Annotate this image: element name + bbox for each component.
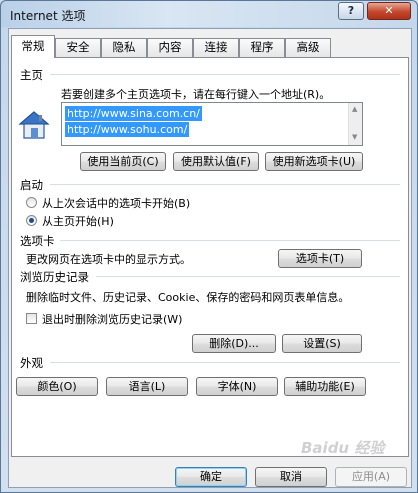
- title-bar: Internet 选项 ? ✕: [1, 1, 417, 27]
- delete-history-on-exit-label: 退出时删除浏览历史记录(W): [42, 313, 183, 326]
- appearance-section-title: 外观: [20, 356, 43, 370]
- scroll-down-icon[interactable]: ▼: [352, 133, 357, 141]
- languages-button[interactable]: 语言(L): [106, 377, 188, 396]
- home-section-title: 主页: [20, 68, 43, 82]
- use-default-button[interactable]: 使用默认值(F): [173, 152, 259, 171]
- use-new-tab-button[interactable]: 使用新选项卡(U): [265, 152, 363, 171]
- tab-security[interactable]: 安全: [55, 38, 101, 57]
- tabs-section-title: 选项卡: [20, 234, 55, 248]
- startup-section-title: 启动: [20, 178, 43, 192]
- tabs-description: 更改网页在选项卡中的显示方式。: [26, 253, 191, 266]
- tab-content[interactable]: 内容: [147, 38, 193, 57]
- home-page-urls-textarea[interactable]: http://www.sina.com.cn/ http://www.sohu.…: [61, 102, 363, 146]
- general-tab-panel: 主页 若要创建多个主页选项卡，请在每行键入一个地址(R)。 http://www…: [11, 57, 409, 457]
- tab-advanced[interactable]: 高级: [285, 38, 331, 57]
- ok-button[interactable]: 确定: [175, 467, 247, 487]
- tab-strip: 常规 安全 隐私 内容 连接 程序 高级: [11, 35, 409, 58]
- home-page-icon: [18, 111, 50, 139]
- section-divider: [96, 276, 400, 277]
- home-description: 若要创建多个主页选项卡，请在每行键入一个地址(R)。: [61, 88, 331, 101]
- history-settings-button[interactable]: 设置(S): [282, 334, 362, 353]
- home-url-line: http://www.sina.com.cn/: [65, 106, 202, 121]
- cancel-button[interactable]: 取消: [255, 467, 327, 487]
- section-divider: [50, 184, 400, 185]
- tab-general[interactable]: 常规: [11, 35, 55, 58]
- history-description: 删除临时文件、历史记录、Cookie、保存的密码和网页表单信息。: [26, 291, 350, 304]
- startup-home-page-label: 从主页开始(H): [42, 215, 114, 228]
- apply-button[interactable]: 应用(A): [335, 467, 407, 487]
- colors-button[interactable]: 颜色(O): [16, 377, 98, 396]
- fonts-button[interactable]: 字体(N): [196, 377, 278, 396]
- close-button[interactable]: ✕: [367, 2, 411, 20]
- history-section-title: 浏览历史记录: [20, 270, 89, 284]
- accessibility-button[interactable]: 辅助功能(E): [284, 377, 366, 396]
- delete-history-on-exit-checkbox[interactable]: [26, 313, 37, 324]
- tab-connections[interactable]: 连接: [193, 38, 239, 57]
- radio-selected-dot: [29, 218, 34, 223]
- section-divider: [60, 240, 400, 241]
- dialog-client-area: 常规 安全 隐私 内容 连接 程序 高级 主页 若要创建多个主页选项卡，请在每行…: [8, 28, 412, 488]
- section-divider: [50, 74, 400, 75]
- help-button[interactable]: ?: [338, 2, 364, 20]
- startup-last-session-radio[interactable]: [26, 197, 37, 208]
- use-current-page-button[interactable]: 使用当前页(C): [80, 152, 166, 171]
- textarea-scrollbar[interactable]: ▲ ▼: [348, 103, 362, 145]
- tab-programs[interactable]: 程序: [239, 38, 285, 57]
- scroll-up-icon[interactable]: ▲: [352, 105, 357, 113]
- section-divider: [50, 362, 400, 363]
- tab-privacy[interactable]: 隐私: [101, 38, 147, 57]
- startup-last-session-label: 从上次会话中的选项卡开始(B): [42, 197, 191, 210]
- window-title: Internet 选项: [10, 9, 86, 23]
- home-url-line: http://www.sohu.com/: [65, 122, 190, 137]
- delete-history-button[interactable]: 删除(D)...: [192, 334, 276, 353]
- tabs-settings-button[interactable]: 选项卡(T): [278, 249, 362, 268]
- internet-options-window: Internet 选项 ? ✕ 常规 安全 隐私 内容 连接 程序 高级 主页 …: [0, 0, 418, 493]
- startup-home-page-radio[interactable]: [26, 215, 37, 226]
